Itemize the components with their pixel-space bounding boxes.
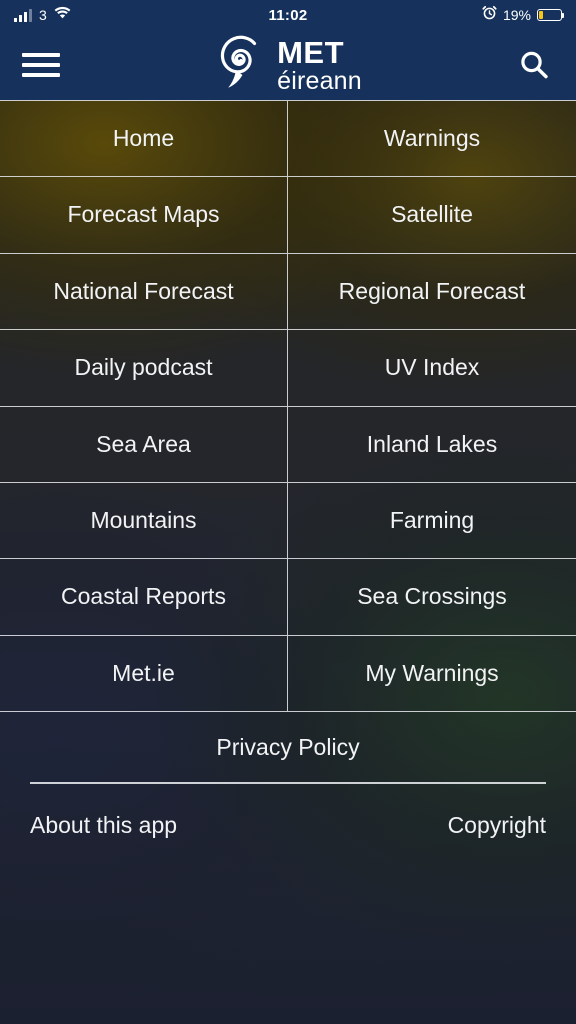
menu-grid: Home Warnings Forecast Maps Satellite Na… xyxy=(0,100,576,713)
menu-tile-met-ie[interactable]: Met.ie xyxy=(0,635,288,713)
menu-tile-daily-podcast[interactable]: Daily podcast xyxy=(0,330,288,407)
menu-tile-label: Warnings xyxy=(383,125,481,152)
status-bar-left: 3 xyxy=(14,6,71,24)
signal-bars-icon xyxy=(14,8,32,22)
menu-tile-inland-lakes[interactable]: Inland Lakes xyxy=(288,407,576,483)
menu-tile-sea-area[interactable]: Sea Area xyxy=(0,406,288,483)
wifi-icon xyxy=(54,6,71,24)
battery-percent-label: 19% xyxy=(502,7,531,23)
copyright-link[interactable]: Copyright xyxy=(448,812,546,839)
app-header: MET éireann xyxy=(0,30,576,100)
carrier-label: 3 xyxy=(39,7,47,23)
menu-tile-label: Inland Lakes xyxy=(366,430,498,457)
footer: Privacy Policy About this app Copyright xyxy=(0,712,576,866)
hamburger-menu-icon[interactable] xyxy=(22,50,60,80)
menu-tile-label: Met.ie xyxy=(112,659,175,686)
menu-tile-regional-forecast[interactable]: Regional Forecast xyxy=(288,254,576,331)
menu-tile-label: Daily podcast xyxy=(74,354,213,381)
menu-tile-label: My Warnings xyxy=(365,659,499,686)
menu-tile-label: Coastal Reports xyxy=(61,583,226,610)
search-icon[interactable] xyxy=(514,45,554,85)
app-root: 3 11:02 19% MET éireann Home Warnings Fo… xyxy=(0,0,576,1024)
menu-tile-label: Satellite xyxy=(391,201,473,228)
menu-tile-label: Forecast Maps xyxy=(67,201,220,228)
battery-low-icon xyxy=(537,9,565,21)
privacy-policy-link[interactable]: Privacy Policy xyxy=(30,712,546,782)
menu-tile-sea-crossings[interactable]: Sea Crossings xyxy=(288,559,576,636)
status-bar-right: 19% xyxy=(482,5,565,25)
met-eireann-spiral-logo-icon xyxy=(214,34,270,97)
menu-tile-label: National Forecast xyxy=(53,277,234,304)
alarm-clock-icon xyxy=(482,5,497,25)
menu-tile-label: Farming xyxy=(389,507,475,533)
menu-tile-home[interactable]: Home xyxy=(0,101,288,178)
menu-tile-label: UV Index xyxy=(384,354,480,381)
menu-tile-farming[interactable]: Farming xyxy=(288,483,576,560)
menu-tile-satellite[interactable]: Satellite xyxy=(288,177,576,254)
menu-tile-label: Sea Crossings xyxy=(357,583,507,610)
brand-wordmark: MET éireann xyxy=(277,37,362,94)
menu-tile-label: Mountains xyxy=(90,507,197,533)
menu-tile-label: Sea Area xyxy=(96,430,191,457)
brand-logo: MET éireann xyxy=(0,30,576,100)
brand-primary-label: MET xyxy=(277,34,345,70)
menu-tile-warnings[interactable]: Warnings xyxy=(288,101,576,178)
brand-secondary-label: éireann xyxy=(277,66,362,95)
menu-tile-label: Home xyxy=(112,125,175,152)
menu-tile-coastal-reports[interactable]: Coastal Reports xyxy=(0,559,288,636)
footer-links-row: About this app Copyright xyxy=(30,784,546,866)
menu-tile-mountains[interactable]: Mountains xyxy=(0,482,288,560)
status-bar: 3 11:02 19% xyxy=(0,0,576,30)
menu-tile-uv-index[interactable]: UV Index xyxy=(288,330,576,407)
menu-tile-label: Regional Forecast xyxy=(338,277,526,304)
menu-tile-forecast-maps[interactable]: Forecast Maps xyxy=(0,177,288,254)
menu-tile-national-forecast[interactable]: National Forecast xyxy=(0,253,288,331)
about-this-app-link[interactable]: About this app xyxy=(30,812,177,839)
menu-tile-my-warnings[interactable]: My Warnings xyxy=(288,636,576,713)
